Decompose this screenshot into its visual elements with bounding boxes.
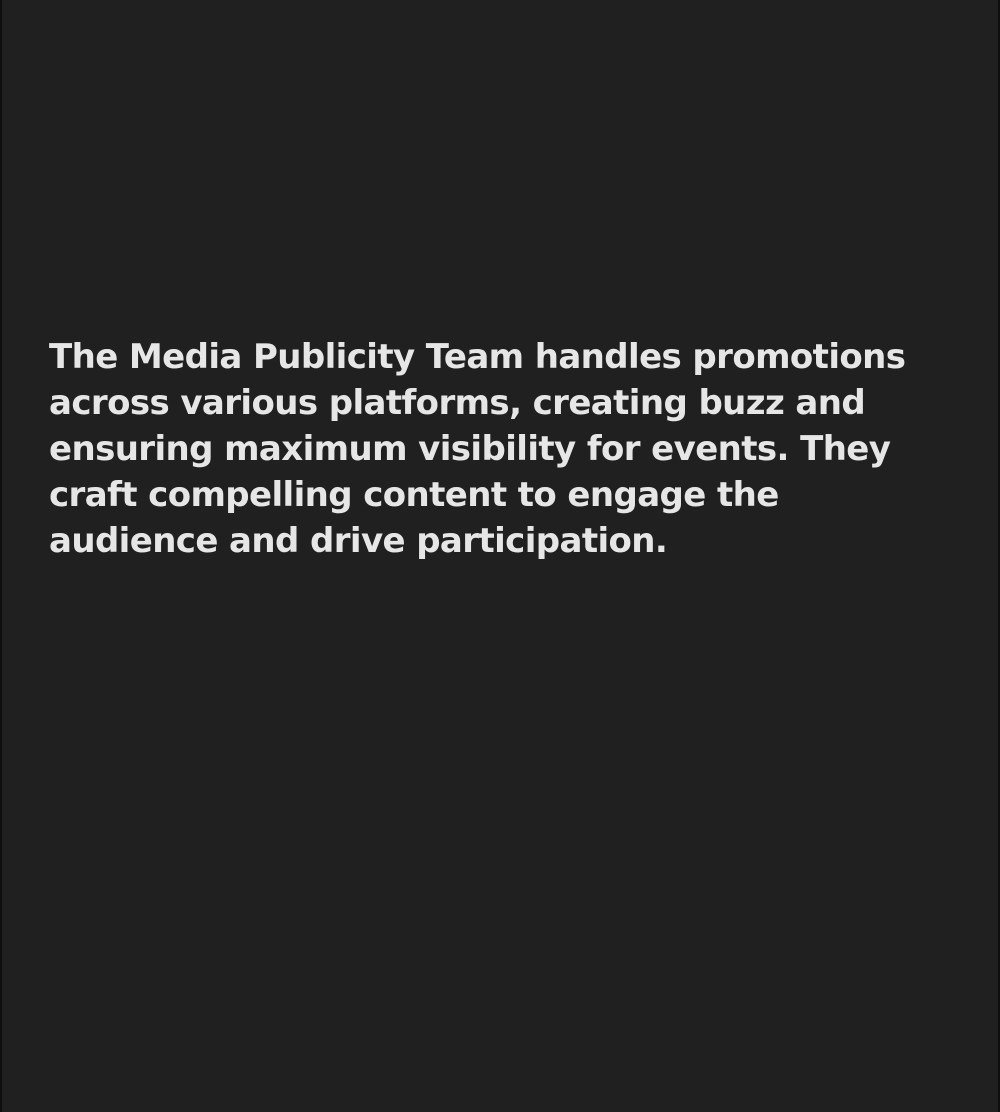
app-screen: The Media Publicity Team handles promoti… (0, 0, 1000, 1112)
team-description-card: The Media Publicity Team handles promoti… (2, 0, 998, 1112)
team-description-text: The Media Publicity Team handles promoti… (49, 337, 906, 561)
